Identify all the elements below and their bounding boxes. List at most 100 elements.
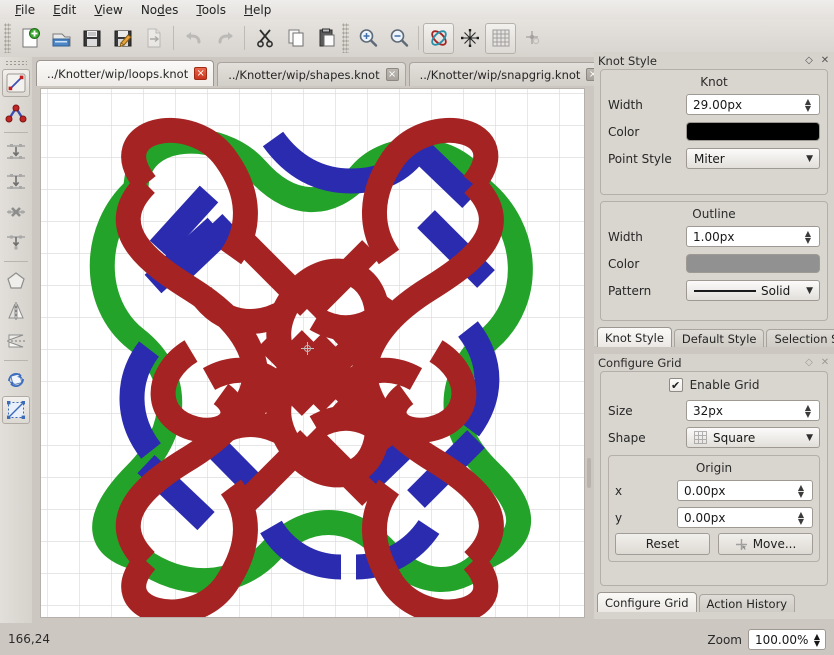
reset-origin-button[interactable]: Reset [615,533,710,555]
export-icon[interactable] [138,23,169,54]
save-icon[interactable] [76,23,107,54]
move-origin-button[interactable]: Move... [718,533,813,555]
close-tab-icon[interactable]: × [386,68,399,81]
canvas-vertical-scrollbar[interactable] [586,88,592,618]
scrollbar-thumb[interactable] [587,458,591,488]
close-icon[interactable]: ✕ [818,356,832,370]
polygon-tool-icon[interactable] [2,267,30,295]
knot-width-spinbox[interactable]: 29.00px ▲▼ [686,94,820,115]
document-tab-bar: ../Knotter/wip/loops.knot × ../Knotter/w… [36,60,586,86]
document-tab-loops[interactable]: ../Knotter/wip/loops.knot × [36,60,214,86]
solid-line-preview-icon [694,290,756,292]
toolbar-separator [418,26,419,50]
knot-group: Knot Width 29.00px ▲▼ Color Point Style [600,69,828,195]
graph-display-icon[interactable] [454,23,485,54]
float-icon[interactable]: ◇ [802,356,816,370]
spinner-arrows-icon[interactable]: ▲▼ [799,227,817,246]
knot-point-style-row: Point Style Miter ▼ [608,147,820,170]
configure-grid-titlebar: Configure Grid ◇ ✕ [594,354,834,371]
outline-width-spinbox[interactable]: 1.00px ▲▼ [686,226,820,247]
spinner-arrows-icon[interactable]: ▲▼ [792,508,810,527]
rotate-tool-icon[interactable] [2,366,30,394]
grid-toggle-icon[interactable] [485,23,516,54]
origin-group: Origin x 0.00px ▲▼ y 0.00px [608,455,820,562]
knot-color-swatch[interactable] [686,122,820,141]
tab-selection-style[interactable]: Selection Style [766,329,834,347]
outline-group: Outline Width 1.00px ▲▼ Color Pattern [600,201,828,321]
close-tab-icon[interactable]: × [194,67,207,80]
origin-x-spinbox[interactable]: 0.00px ▲▼ [677,480,813,501]
zoom-value: 100.00% [755,633,809,647]
chevron-down-icon[interactable]: ▼ [806,433,815,443]
spinner-arrows-icon[interactable]: ▲▼ [809,630,825,649]
snap-toggle-icon[interactable] [516,23,547,54]
mirror-vertical-icon[interactable] [2,297,30,325]
node-tool-icon[interactable] [2,99,30,127]
mirror-horizontal-icon[interactable] [2,327,30,355]
tool-separator [4,132,28,133]
chevron-down-icon[interactable]: ▼ [806,286,815,296]
grid-size-label: Size [608,404,686,418]
document-tab-label: ../Knotter/wip/loops.knot [47,67,188,81]
close-icon[interactable]: ✕ [818,54,832,68]
document-tab-shapes[interactable]: ../Knotter/wip/shapes.knot × [217,62,405,86]
menu-nodes[interactable]: Nodes [132,1,188,19]
origin-x-label: x [615,484,677,498]
grid-size-spinbox[interactable]: 32px ▲▼ [686,400,820,421]
origin-y-spinbox[interactable]: 0.00px ▲▼ [677,507,813,528]
edge-tool-icon[interactable] [2,69,30,97]
menu-tools[interactable]: Tools [187,1,235,19]
spinner-arrows-icon[interactable]: ▲▼ [799,95,817,114]
grid-shape-value: Square [713,431,806,445]
document-tab-snapgrig[interactable]: ../Knotter/wip/snapgrig.knot × [409,62,607,86]
toolbar-separator [244,26,245,50]
cut-icon[interactable] [249,23,280,54]
enable-grid-checkbox[interactable]: ✔ [669,378,683,392]
redo-icon[interactable] [209,23,240,54]
undo-icon[interactable] [178,23,209,54]
zoom-out-icon[interactable] [383,23,414,54]
tab-knot-style[interactable]: Knot Style [597,327,672,347]
menu-view[interactable]: View [85,1,131,19]
tab-action-history[interactable]: Action History [699,594,796,612]
spinner-arrows-icon[interactable]: ▲▼ [792,481,810,500]
open-file-icon[interactable] [45,23,76,54]
new-file-icon[interactable] [14,23,45,54]
origin-y-label: y [615,511,677,525]
remove-edge-icon[interactable] [2,198,30,226]
zoom-in-icon[interactable] [352,23,383,54]
copy-icon[interactable] [280,23,311,54]
knot-point-style-combo[interactable]: Miter ▼ [686,148,820,169]
reset-label: Reset [646,537,680,551]
menu-bar: File Edit View Nodes Tools Help [0,0,834,19]
outline-pattern-combo[interactable]: Solid ▼ [686,280,820,301]
link-nodes-icon[interactable] [2,168,30,196]
menu-file[interactable]: File [6,1,44,19]
zoom-spinbox[interactable]: 100.00% ▲▼ [748,629,826,650]
toolbar-drag-handle-2[interactable] [342,23,349,53]
save-as-icon[interactable] [107,23,138,54]
spinner-arrows-icon[interactable]: ▲▼ [799,401,817,420]
tab-label: Configure Grid [605,596,689,610]
float-icon[interactable]: ◇ [802,54,816,68]
menu-edit[interactable]: Edit [44,1,85,19]
tab-default-style[interactable]: Default Style [674,329,765,347]
enable-grid-row[interactable]: ✔ Enable Grid [608,378,820,392]
menu-help[interactable]: Help [235,1,280,19]
tools-drag-handle[interactable] [5,60,27,66]
tab-label: Action History [707,597,788,611]
knot-style-title: Knot Style [598,54,802,68]
enable-grid-label: Enable Grid [690,378,760,392]
knot-canvas[interactable] [40,88,585,618]
knot-group-title: Knot [608,75,820,89]
paste-icon[interactable] [311,23,342,54]
toolbar-drag-handle[interactable] [4,23,11,53]
knot-display-icon[interactable] [423,23,454,54]
tab-configure-grid[interactable]: Configure Grid [597,592,697,612]
chevron-down-icon[interactable]: ▼ [806,154,815,164]
merge-nodes-icon[interactable] [2,138,30,166]
grid-shape-combo[interactable]: Square ▼ [686,427,820,448]
collapse-nodes-icon[interactable] [2,228,30,256]
select-transform-icon[interactable] [2,396,30,424]
outline-color-swatch[interactable] [686,254,820,273]
